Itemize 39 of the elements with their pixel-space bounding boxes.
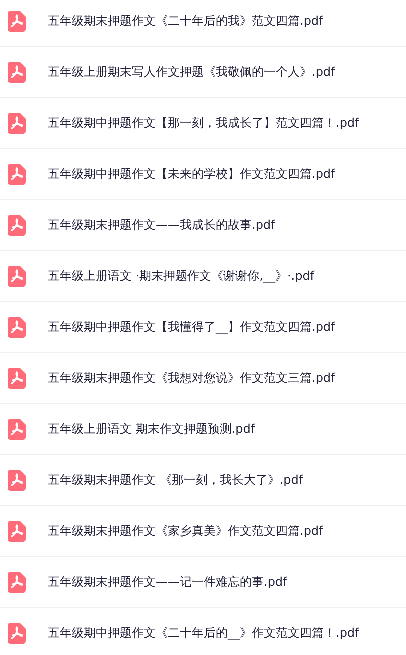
file-row[interactable]: 五年级期中押题作文【我懂得了__】作文范文四篇.pdf xyxy=(0,302,406,353)
pdf-file-icon xyxy=(8,164,26,184)
file-name: 五年级期末押题作文——记一件难忘的事.pdf xyxy=(48,574,288,590)
file-row[interactable]: 五年级期中押题作文【那一刻，我成长了】范文四篇！.pdf xyxy=(0,98,406,149)
file-row[interactable]: 五年级期末押题作文《二十年后的我》范文四篇.pdf xyxy=(0,0,406,47)
file-row[interactable]: 五年级上册期末写人作文押题《我敬佩的一个人》.pdf xyxy=(0,47,406,98)
file-name: 五年级期末押题作文《二十年后的我》范文四篇.pdf xyxy=(48,12,324,30)
pdf-file-icon xyxy=(8,316,26,338)
file-row[interactable]: 五年级上册语文 ·期末押题作文《谢谢你,__》·.pdf xyxy=(0,251,406,302)
pdf-file-icon xyxy=(8,470,26,490)
file-name: 五年级期末押题作文——我成长的故事.pdf xyxy=(48,216,276,234)
pdf-file-icon xyxy=(8,10,26,32)
file-row[interactable]: 五年级期中押题作文【未来的学校】作文范文四篇.pdf xyxy=(0,149,406,200)
file-row[interactable]: 五年级期末押题作文——我成长的故事.pdf xyxy=(0,200,406,251)
file-name: 五年级期中押题作文【未来的学校】作文范文四篇.pdf xyxy=(48,166,336,182)
file-row[interactable]: 五年级期末押题作文——记一件难忘的事.pdf xyxy=(0,557,406,608)
file-row[interactable]: 五年级期末押题作文《家乡真美》作文范文四篇.pdf xyxy=(0,506,406,557)
file-name: 五年级上册期末写人作文押题《我敬佩的一个人》.pdf xyxy=(48,64,336,80)
file-row[interactable]: 五年级期中押题作文《二十年后的__》作文范文四篇！.pdf xyxy=(0,608,406,655)
file-row[interactable]: 五年级期末押题作文 《那一刻，我长大了》.pdf xyxy=(0,455,406,506)
file-name: 五年级期末押题作文《家乡真美》作文范文四篇.pdf xyxy=(48,522,324,540)
pdf-file-icon xyxy=(8,622,26,644)
file-name: 五年级期中押题作文《二十年后的__》作文范文四篇！.pdf xyxy=(48,624,360,642)
file-name: 五年级期末押题作文《我想对您说》作文范文三篇.pdf xyxy=(48,370,336,386)
pdf-file-icon xyxy=(8,368,26,388)
pdf-file-icon xyxy=(8,418,26,440)
pdf-file-icon xyxy=(8,112,26,134)
pdf-file-icon xyxy=(8,214,26,236)
file-name: 五年级期中押题作文【那一刻，我成长了】范文四篇！.pdf xyxy=(48,114,360,132)
file-name: 五年级上册语文 ·期末押题作文《谢谢你,__》·.pdf xyxy=(48,268,315,284)
pdf-file-icon xyxy=(8,572,26,592)
file-name: 五年级期中押题作文【我懂得了__】作文范文四篇.pdf xyxy=(48,318,336,336)
pdf-file-icon xyxy=(8,62,26,82)
file-name: 五年级上册语文 期末作文押题预测.pdf xyxy=(48,420,256,438)
pdf-file-icon xyxy=(8,266,26,286)
file-row[interactable]: 五年级上册语文 期末作文押题预测.pdf xyxy=(0,404,406,455)
pdf-file-icon xyxy=(8,520,26,542)
file-name: 五年级期末押题作文 《那一刻，我长大了》.pdf xyxy=(48,472,304,488)
file-row[interactable]: 五年级期末押题作文《我想对您说》作文范文三篇.pdf xyxy=(0,353,406,404)
